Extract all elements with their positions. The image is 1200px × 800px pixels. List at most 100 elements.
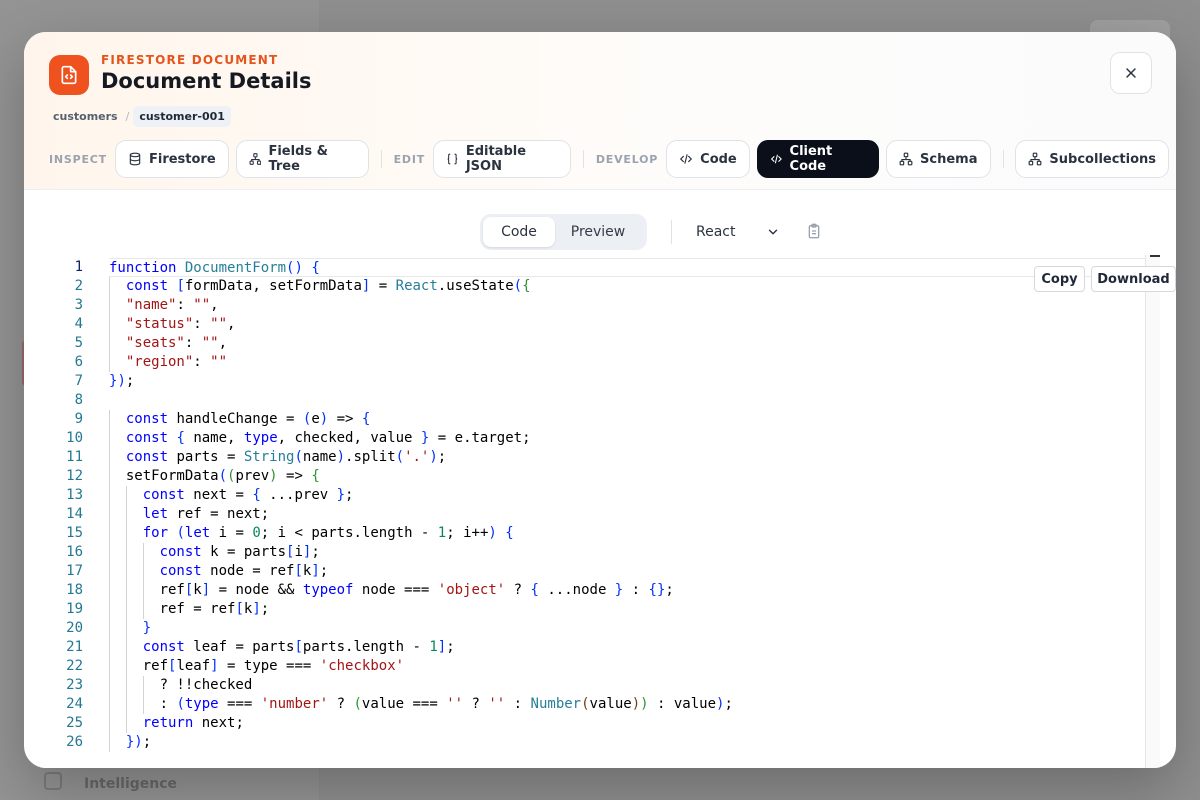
code-line[interactable]: for (let i = 0; i < parts.length - 1; i+… — [109, 524, 1145, 543]
framework-select[interactable]: React — [696, 220, 780, 244]
editor-scrollbar[interactable] — [1145, 255, 1160, 768]
close-icon — [1126, 68, 1136, 78]
close-button[interactable] — [1110, 52, 1152, 94]
code-line[interactable]: const parts = String(name).split('.'); — [109, 448, 1145, 467]
indent-guide — [109, 315, 110, 334]
indent-guide — [109, 600, 110, 619]
copy-button[interactable]: Copy — [1034, 266, 1085, 292]
indent-guide — [109, 562, 110, 581]
breadcrumb-collection[interactable]: customers — [49, 106, 122, 127]
breadcrumb-document: customer-001 — [133, 106, 231, 127]
editable-json-button[interactable]: Editable JSON — [433, 140, 571, 178]
indent-guide — [125, 638, 127, 657]
indent-guide — [109, 353, 110, 372]
indent-guide — [142, 600, 144, 619]
schema-button[interactable]: Schema — [886, 140, 991, 178]
code-line[interactable]: "seats": "", — [109, 334, 1145, 353]
code-line[interactable]: setFormData((prev) => { — [109, 467, 1145, 486]
code-line[interactable] — [109, 391, 1145, 410]
code-line[interactable]: function DocumentForm() { — [109, 258, 1145, 277]
subcollections-button[interactable]: Subcollections — [1015, 140, 1170, 178]
line-number: 16 — [66, 544, 83, 560]
line-number: 25 — [66, 715, 83, 731]
code-line[interactable]: : (type === 'number' ? (value === '' ? '… — [109, 695, 1145, 714]
indent-guide — [109, 277, 110, 296]
indent-guide — [142, 543, 144, 562]
code-line[interactable]: ref = ref[k]; — [109, 600, 1145, 619]
code-line[interactable]: const { name, type, checked, value } = e… — [109, 429, 1145, 448]
code-line[interactable]: const next = { ...prev }; — [109, 486, 1145, 505]
toolbar-divider — [380, 150, 382, 168]
line-number: 26 — [66, 734, 83, 750]
code-content[interactable]: function DocumentForm() { const [formDat… — [109, 255, 1145, 768]
indent-guide — [109, 410, 110, 429]
line-number: 11 — [66, 449, 83, 465]
line-number: 24 — [66, 696, 83, 712]
view-mode-toggle: Code Preview — [480, 214, 647, 250]
modal-eyebrow: FIRESTORE DOCUMENT — [101, 53, 279, 67]
clipboard-button[interactable] — [806, 222, 822, 244]
code-line[interactable]: } — [109, 619, 1145, 638]
firestore-button[interactable]: Firestore — [114, 140, 229, 178]
editable-json-button-label: Editable JSON — [465, 144, 527, 174]
code-line[interactable]: return next; — [109, 714, 1145, 733]
indent-guide — [125, 657, 127, 676]
code-line[interactable]: ref[leaf] = type === 'checkbox' — [109, 657, 1145, 676]
code-line[interactable]: "name": "", — [109, 296, 1145, 315]
indent-guide — [125, 562, 127, 581]
download-button[interactable]: Download — [1091, 266, 1176, 292]
client-code-button-label: Client Code — [789, 144, 833, 174]
line-number: 9 — [74, 411, 83, 427]
code-line[interactable]: }); — [109, 733, 1145, 752]
code-line[interactable]: ref[k] = node && typeof node === 'object… — [109, 581, 1145, 600]
code-line[interactable]: }); — [109, 372, 1145, 391]
schema-button-label: Schema — [920, 151, 978, 167]
indent-guide — [109, 486, 110, 505]
code-line[interactable]: const handleChange = (e) => { — [109, 410, 1145, 429]
indent-guide — [125, 486, 127, 505]
line-number: 7 — [74, 373, 83, 389]
indent-guide — [109, 638, 110, 657]
code-line[interactable]: const leaf = parts[parts.length - 1]; — [109, 638, 1145, 657]
code-line[interactable]: "status": "", — [109, 315, 1145, 334]
code-line[interactable]: let ref = next; — [109, 505, 1145, 524]
indent-guide — [109, 543, 110, 562]
code-editor[interactable]: 1 2 3 4 5 6 7 8 9 10 11 12 13 14 15 16 17 18 19 20 21 22 23 24 2… — [40, 255, 1160, 768]
toolbar-divider — [1002, 150, 1004, 168]
line-number-gutter: 1 2 3 4 5 6 7 8 9 10 11 12 13 14 15 16 17 18 19 20 21 22 23 24 2… — [40, 255, 109, 768]
indent-guide — [142, 695, 144, 714]
indent-guide — [109, 619, 110, 638]
indent-guide — [109, 524, 110, 543]
code-line[interactable]: const node = ref[k]; — [109, 562, 1145, 581]
code-line[interactable]: ? !!checked — [109, 676, 1145, 695]
indent-guide — [125, 619, 127, 638]
code-line[interactable]: const [formData, setFormData] = React.us… — [109, 277, 1145, 296]
client-code-button[interactable]: Client Code — [756, 140, 880, 178]
indent-guide — [125, 695, 127, 714]
line-number: 6 — [74, 354, 83, 370]
tab-preview[interactable]: Preview — [555, 217, 641, 247]
tree-icon — [249, 153, 261, 165]
code-line[interactable]: const k = parts[i]; — [109, 543, 1145, 562]
code-button[interactable]: Code — [666, 140, 750, 178]
line-number: 19 — [66, 601, 83, 617]
database-icon — [129, 152, 141, 166]
code-button-label: Code — [700, 151, 737, 167]
indent-guide — [109, 714, 110, 733]
indent-guide — [109, 467, 110, 486]
line-number: 17 — [66, 563, 83, 579]
line-number: 15 — [66, 525, 83, 541]
braces-icon — [447, 153, 458, 165]
code-icon — [770, 154, 782, 164]
indent-guide — [125, 714, 127, 733]
indent-guide — [142, 581, 144, 600]
divider — [671, 220, 672, 244]
indent-guide — [109, 429, 110, 448]
fields-tree-button[interactable]: Fields & Tree — [235, 140, 369, 178]
tab-code[interactable]: Code — [483, 217, 555, 247]
indent-guide — [109, 657, 110, 676]
group-label-inspect: INSPECT — [49, 152, 107, 166]
line-number: 23 — [66, 677, 83, 693]
code-line[interactable]: "region": "" — [109, 353, 1145, 372]
indent-guide — [109, 448, 110, 467]
